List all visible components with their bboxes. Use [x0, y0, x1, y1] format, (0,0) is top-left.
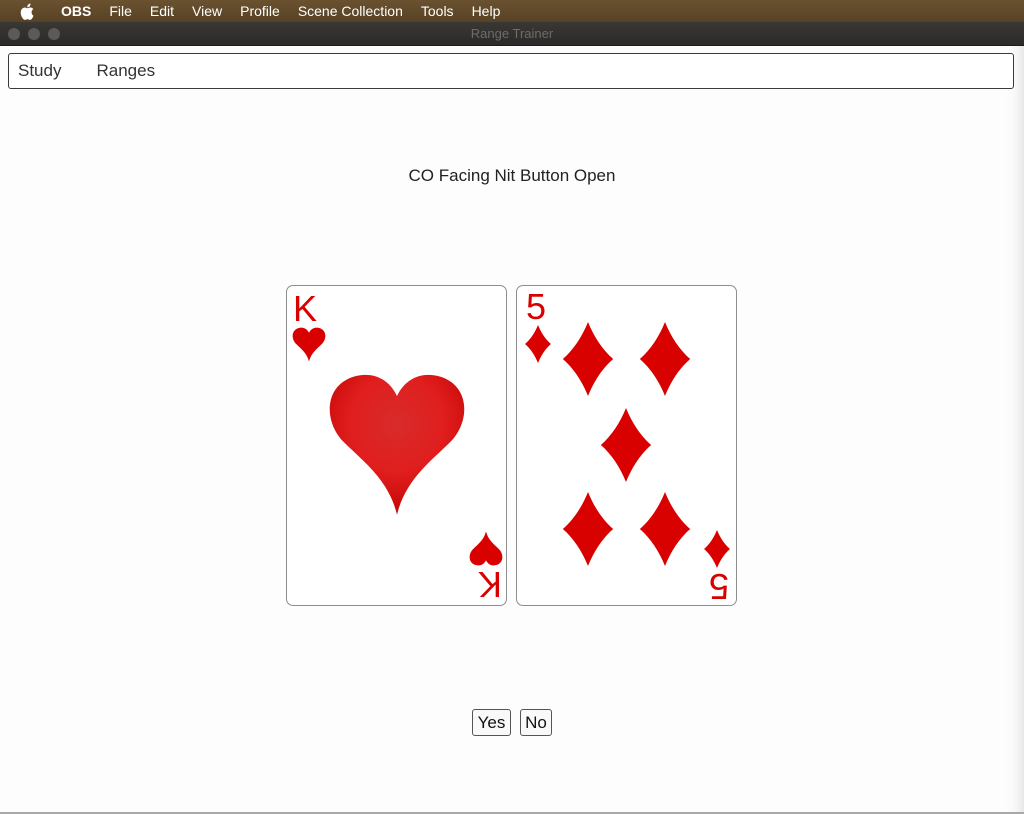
card-five-of-diamonds: 5 5: [516, 285, 737, 606]
app-content: Study Ranges CO Facing Nit Button Open K…: [0, 46, 1024, 814]
scenario-title: CO Facing Nit Button Open: [408, 166, 616, 185]
heart-icon: [292, 327, 326, 362]
card-king-of-hearts: K K: [286, 285, 507, 606]
window-title: Range Trainer: [470, 26, 554, 41]
card-rank-top: K: [293, 288, 317, 329]
diamond-icon: [562, 322, 614, 396]
apple-logo-icon[interactable]: [20, 2, 36, 20]
menu-tools[interactable]: Tools: [412, 0, 463, 22]
heart-icon: [329, 374, 465, 515]
menu-view[interactable]: View: [183, 0, 231, 22]
nav-bar: Study Ranges: [8, 53, 1014, 89]
tab-study[interactable]: Study: [18, 61, 61, 81]
menu-profile[interactable]: Profile: [231, 0, 289, 22]
menu-scene-collection[interactable]: Scene Collection: [289, 0, 412, 22]
card-rank-bottom: K: [478, 564, 502, 605]
card-rank-bottom: 5: [709, 566, 729, 606]
no-button[interactable]: No: [520, 709, 552, 736]
window-title-bar: Range Trainer: [0, 22, 1024, 46]
diamond-icon: [525, 325, 551, 363]
tab-ranges[interactable]: Ranges: [96, 61, 155, 81]
diamond-icon: [562, 492, 614, 566]
diamond-icon: [600, 408, 652, 482]
yes-button[interactable]: Yes: [472, 709, 511, 736]
menu-file[interactable]: File: [100, 0, 141, 22]
diamond-icon: [639, 322, 691, 396]
menu-help[interactable]: Help: [463, 0, 510, 22]
menu-edit[interactable]: Edit: [141, 0, 183, 22]
diamond-icon: [704, 530, 730, 568]
menu-obs[interactable]: OBS: [52, 0, 100, 22]
system-menu-bar: OBS File Edit View Profile Scene Collect…: [0, 0, 1024, 22]
card-rank-top: 5: [526, 286, 546, 327]
heart-icon: [469, 531, 503, 566]
diamond-icon: [639, 492, 691, 566]
